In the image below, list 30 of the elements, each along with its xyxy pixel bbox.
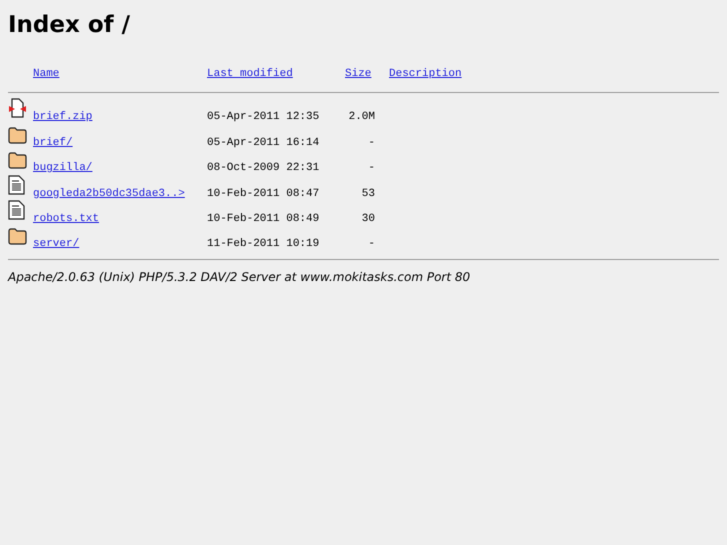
file-size: 53	[362, 188, 375, 200]
file-size: 30	[362, 212, 375, 225]
folder-icon	[8, 152, 27, 170]
column-header-link[interactable]: Description	[389, 68, 462, 86]
folder-icon	[8, 228, 27, 246]
file-link[interactable]: googleda2b50dc35dae3..>	[33, 188, 185, 200]
modified-date: 11-Feb-2011 10:19	[207, 238, 320, 250]
folder-icon	[8, 126, 27, 144]
file-link[interactable]: brief.zip	[33, 111, 92, 124]
column-header-link[interactable]: Size	[345, 68, 372, 86]
modified-date: 08-Oct-2009 22:31	[207, 162, 320, 174]
archive-file-icon	[8, 98, 27, 118]
document-icon	[8, 200, 25, 220]
server-signature: Apache/2.0.63 (Unix) PHP/5.3.2 DAV/2 Server at www.mokitasks.com Port 80	[8, 270, 472, 284]
modified-date: 10-Feb-2011 08:47	[207, 188, 320, 200]
file-size: -	[368, 238, 375, 250]
file-size: -	[368, 162, 375, 174]
file-size: 2.0M	[348, 111, 375, 124]
file-link[interactable]: robots.txt	[33, 212, 100, 225]
file-link[interactable]: brief/	[33, 136, 73, 149]
column-header-link[interactable]: Name	[33, 68, 60, 86]
column-header-link[interactable]: Last modified	[207, 68, 293, 86]
file-size: -	[368, 136, 375, 149]
file-link[interactable]: bugzilla/	[33, 162, 92, 174]
modified-date: 05-Apr-2011 12:35	[207, 111, 320, 124]
document-icon	[8, 174, 25, 195]
page-title: Index of /	[8, 12, 132, 38]
modified-date: 10-Feb-2011 08:49	[207, 212, 320, 225]
modified-date: 05-Apr-2011 16:14	[207, 136, 320, 149]
file-link[interactable]: server/	[33, 238, 80, 250]
